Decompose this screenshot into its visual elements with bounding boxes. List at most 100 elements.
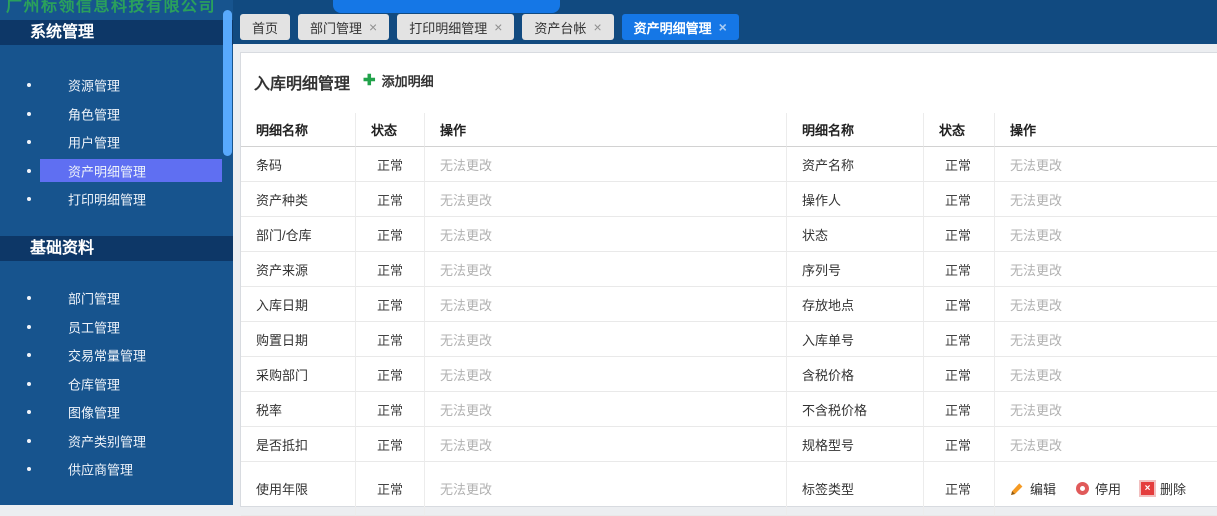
edit-button[interactable]: 编辑 [1010,479,1056,498]
col-header-operation: 操作 [994,113,1217,147]
disable-label: 停用 [1095,479,1121,498]
cell-operation: 无法更改 [424,322,786,357]
bullet-icon [27,439,31,443]
cell-operation: 无法更改 [994,427,1217,462]
tab-print-detail-mgmt[interactable]: 打印明细管理 × [397,14,514,40]
delete-icon: × [1141,482,1154,495]
close-icon[interactable]: × [369,20,377,34]
bullet-icon [27,83,31,87]
col-header-status: 状态 [923,113,994,147]
cell-row-actions: 编辑 停用 × 删除 [994,462,1217,516]
cell-detail-name: 规格型号 [786,427,923,462]
table-row: 资产种类 正常 无法更改 操作人 正常 无法更改 [241,182,1217,217]
bullet-icon [27,197,31,201]
delete-button[interactable]: × 删除 [1141,479,1186,498]
content-panel: 入库明细管理 ✚ 添加明细 明细名称 状态 操作 明细名称 状态 操作 条码 正… [240,52,1217,507]
disable-button[interactable]: 停用 [1076,479,1121,498]
bullet-icon [27,410,31,414]
table-row: 条码 正常 无法更改 资产名称 正常 无法更改 [241,147,1217,182]
cell-operation: 无法更改 [424,182,786,217]
cell-operation: 无法更改 [994,392,1217,427]
cell-detail-name: 操作人 [786,182,923,217]
cell-status: 正常 [923,322,994,357]
cell-detail-name: 序列号 [786,252,923,287]
cell-operation: 无法更改 [424,357,786,392]
main-content: 入库明细管理 ✚ 添加明细 明细名称 状态 操作 明细名称 状态 操作 条码 正… [233,44,1217,505]
cell-operation: 无法更改 [994,252,1217,287]
cell-status: 正常 [923,252,994,287]
sidebar-section-system-mgmt: 系统管理 [0,20,233,45]
sidebar-item-employee-mgmt[interactable]: 员工管理 [0,313,233,342]
cell-status: 正常 [923,392,994,427]
top-toolbar-button[interactable] [333,0,560,13]
close-icon[interactable]: × [593,20,601,34]
bullet-icon [27,382,31,386]
plus-icon: ✚ [363,73,376,88]
cell-detail-name: 含税价格 [786,357,923,392]
sidebar-scrollbar-thumb[interactable] [223,10,232,156]
sidebar-item-trade-constant-mgmt[interactable]: 交易常量管理 [0,341,233,370]
close-icon[interactable]: × [494,20,502,34]
sidebar-item-label: 供应商管理 [68,460,133,479]
tab-home[interactable]: 首页 [240,14,290,40]
sidebar-item-dept-mgmt[interactable]: 部门管理 [0,284,233,313]
delete-label: 删除 [1160,479,1186,498]
edit-label: 编辑 [1030,479,1056,498]
table-row: 税率 正常 无法更改 不含税价格 正常 无法更改 [241,392,1217,427]
bullet-icon [27,467,31,471]
cell-detail-name: 入库日期 [241,287,355,322]
cell-status: 正常 [355,427,424,462]
sidebar-item-warehouse-mgmt[interactable]: 仓库管理 [0,370,233,399]
cell-status: 正常 [923,427,994,462]
detail-table: 明细名称 状态 操作 明细名称 状态 操作 条码 正常 无法更改 资产名称 正常… [241,113,1217,516]
tab-label: 资产台帐 [534,18,586,37]
table-row: 采购部门 正常 无法更改 含税价格 正常 无法更改 [241,357,1217,392]
sidebar-item-asset-category-mgmt[interactable]: 资产类别管理 [0,427,233,456]
col-header-detail-name: 明细名称 [786,113,923,147]
cell-operation: 无法更改 [424,287,786,322]
sidebar-item-image-mgmt[interactable]: 图像管理 [0,398,233,427]
cell-detail-name: 部门/仓库 [241,217,355,252]
sidebar-item-resource-mgmt[interactable]: 资源管理 [0,71,233,100]
page-title: 入库明细管理 [254,70,350,94]
bullet-icon [27,353,31,357]
cell-status: 正常 [923,217,994,252]
stop-ring-icon [1076,482,1089,495]
cell-detail-name: 条码 [241,147,355,182]
table-row: 是否抵扣 正常 无法更改 规格型号 正常 无法更改 [241,427,1217,462]
add-detail-label: 添加明细 [382,71,434,90]
sidebar-item-role-mgmt[interactable]: 角色管理 [0,100,233,129]
cell-status: 正常 [923,147,994,182]
sidebar-item-label: 资产类别管理 [68,431,146,450]
cell-detail-name: 税率 [241,392,355,427]
tab-asset-detail-mgmt[interactable]: 资产明细管理 × [622,14,739,40]
cell-status: 正常 [355,182,424,217]
sidebar-item-label: 角色管理 [68,104,120,123]
sidebar-item-user-mgmt[interactable]: 用户管理 [0,128,233,157]
tab-label: 资产明细管理 [634,18,712,37]
tab-dept-mgmt[interactable]: 部门管理 × [298,14,389,40]
close-icon[interactable]: × [719,20,727,34]
cell-operation: 无法更改 [424,252,786,287]
sidebar-item-supplier-mgmt[interactable]: 供应商管理 [0,455,233,484]
cell-operation: 无法更改 [994,217,1217,252]
cell-operation: 无法更改 [994,322,1217,357]
bullet-icon [27,169,31,173]
cell-detail-name: 使用年限 [241,462,355,516]
cell-status: 正常 [355,147,424,182]
sidebar-item-label: 打印明细管理 [68,190,146,209]
cell-status: 正常 [923,182,994,217]
cell-operation: 无法更改 [994,147,1217,182]
cell-status: 正常 [355,357,424,392]
cell-detail-name: 资产名称 [786,147,923,182]
sidebar-item-print-detail-mgmt[interactable]: 打印明细管理 [0,185,233,214]
add-detail-button[interactable]: ✚ 添加明细 [363,71,434,90]
cell-status: 正常 [355,217,424,252]
sidebar-item-asset-detail-mgmt[interactable]: 资产明细管理 [0,157,233,186]
cell-operation: 无法更改 [424,462,786,516]
table-row: 部门/仓库 正常 无法更改 状态 正常 无法更改 [241,217,1217,252]
cell-status: 正常 [355,462,424,516]
cell-detail-name: 状态 [786,217,923,252]
bullet-icon [27,296,31,300]
tab-asset-ledger[interactable]: 资产台帐 × [522,14,613,40]
